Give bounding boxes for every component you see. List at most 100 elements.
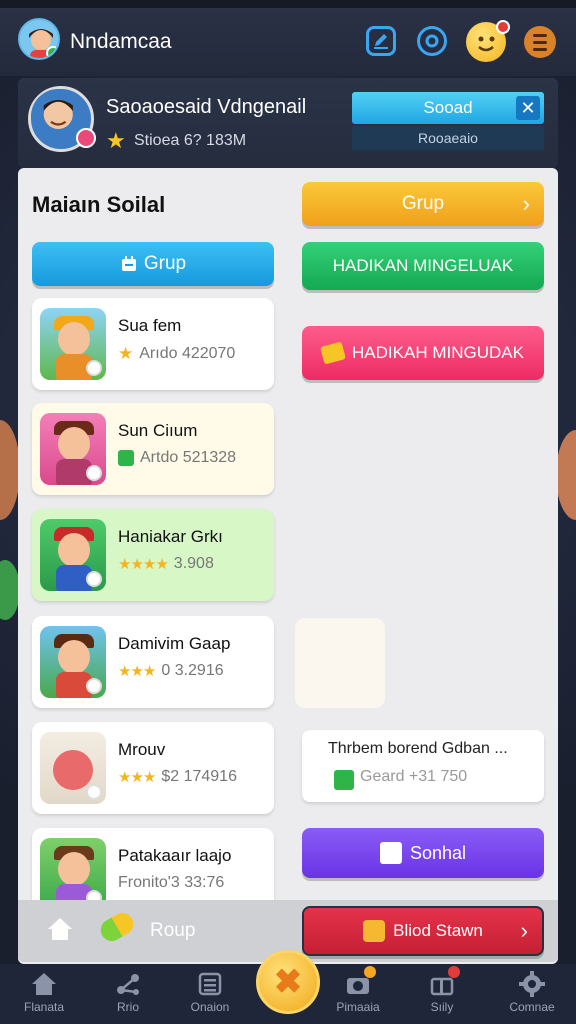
support-icon[interactable] [417,26,447,56]
menu-icon[interactable] [524,26,556,58]
nav-item-settings[interactable]: Comnae [492,970,572,1014]
grup-button-blue[interactable]: Grup [32,242,274,286]
list-item-meta: Artdo 521328 [118,449,236,467]
nav-item-camera[interactable]: Pimaaia [318,966,398,1014]
list-item-title: Sua fem [118,316,182,335]
list-item-title: Haniakar Grkı [118,527,223,546]
list-item-meta-text: 0 3.2916 [161,662,224,679]
star-icon: ★ [106,128,126,153]
reward-card-meta-text: Geard +31 750 [360,768,468,785]
reward-card-meta: Geard +31 750 [334,768,468,790]
section-title: Maiaın Soilal [32,192,166,217]
profile-header: Saoaoesaid Vdngenail ★ Stioea 6? 183M So… [18,78,558,168]
rating-stars-icon: ★★★ [118,769,156,786]
grup-button-yellow-label: Gruр [401,193,445,214]
nav-label: Rrio [116,1000,139,1014]
share-icon [114,970,142,998]
nav-item-share[interactable]: Rrio [88,970,168,1014]
pink-action-label: HADIKAH MINGUDAK [352,343,524,362]
avatar-face-icon [20,20,58,58]
avatar-thumbnail-icon [40,413,106,485]
list-item-meta-text: 3.908 [173,555,214,572]
profile-stats: ★ Stioea 6? 183M [106,130,246,152]
game-thumbnail-icon [40,308,106,380]
avatar-thumbnail-icon [40,519,106,591]
avatar-thumbnail-icon [40,626,106,698]
strip-label: Roup [150,920,196,941]
creature-thumbnail-icon [40,732,106,804]
nav-label: Onaion [190,1000,230,1014]
notification-badge [364,966,376,978]
nav-label: Pimaaia [336,1000,380,1014]
emoji-icon[interactable] [466,20,510,62]
nav-item-home[interactable]: Flanata [4,970,84,1014]
notification-badge [448,966,460,978]
list-item-title: Mrouv [118,740,166,759]
camera-icon [344,966,376,998]
main-panel: Maiaın Soilal Gruр › Grup HADIKAN MINGEL… [18,168,558,964]
list-item-title: Patakaaır laajo [118,846,232,865]
check-icon [334,770,354,790]
list-item[interactable]: Sun Ciıum Artdo 521328 [32,403,274,495]
list-item-meta-text: Artdo 521328 [140,449,237,466]
chevron-right-icon: › [522,191,530,216]
gift-icon [320,341,346,365]
list-item[interactable]: Damivim Gaap ★★★ 0 3.2916 [32,616,274,708]
gear-icon [518,970,546,998]
purple-action-label: Sonhal [409,842,467,863]
profile-badge-icon [76,128,96,148]
star-icon: ★ [118,344,134,363]
reward-card[interactable]: Thrbem borend Gdban ... Geard +31 750 [302,730,544,802]
box-icon [363,920,386,942]
document-icon [379,842,402,864]
chevron-right-icon: › [520,918,528,943]
list-item[interactable]: Haniakar Grkı ★★★★ 3.908 [32,509,274,601]
pill-icon [96,908,138,946]
profile-secondary-button[interactable]: Rooaeaio [352,126,544,150]
purple-action-button[interactable]: Sonhal [302,828,544,878]
calendar-icon [121,256,136,271]
red-action-label: Bliod Stawn [393,921,483,940]
notification-badge [496,20,510,34]
app-title: Nndamcaa [70,30,172,53]
profile-primary-label: Sooad [423,98,473,117]
close-icon[interactable]: ✕ [516,96,540,120]
grup-button-yellow[interactable]: Gruр › [302,182,544,226]
empty-card [295,618,385,708]
rating-stars-icon: ★★★ [118,663,156,680]
list-item-meta: ★★★★ 3.908 [118,555,214,573]
nav-label: Flanata [23,1000,65,1014]
center-star-icon[interactable]: ✖ [256,950,320,1014]
green-action-button[interactable]: HADIKAN MINGELUAK [302,242,544,290]
list-item-meta-text: Arıdo 422070 [139,345,236,362]
nav-item-gift[interactable]: Sıily [402,966,482,1014]
list-item[interactable]: Mrouv ★★★ $2 174916 [32,722,274,814]
home-icon[interactable] [46,916,74,942]
profile-stats-text: Stioea 6? 183M [134,132,247,149]
red-action-button[interactable]: Bliod Stawn › [302,906,544,956]
top-bar: Nndamcaa [0,0,576,76]
check-icon [118,450,134,466]
list-item[interactable]: Sua fem ★ Arıdo 422070 [32,298,274,390]
list-item-title: Damivim Gaap [118,634,231,653]
status-bar [0,0,576,8]
list-icon [196,970,224,998]
list-item-meta: ★★★ $2 174916 [118,768,237,786]
nav-item-list[interactable]: Onaion [170,970,250,1014]
list-item-meta-text: $2 174916 [161,768,237,785]
nav-label: Sıily [430,1000,454,1014]
pink-action-button[interactable]: HADIKAH MINGUDAK [302,326,544,380]
nav-label: Comnae [509,1000,555,1014]
list-item-title: Sun Ciıum [118,421,198,440]
list-item-meta: ★ Arıdo 422070 [118,344,235,364]
edit-icon[interactable] [366,26,396,56]
rating-stars-icon: ★★★★ [118,556,169,573]
list-item-meta: Fronito'3 33:76 [118,874,224,892]
gift-box-icon [428,966,460,998]
grup-button-blue-label: Grup [143,253,187,274]
home-icon [30,970,58,998]
profile-primary-button[interactable]: Sooad ✕ [352,92,544,124]
user-avatar[interactable] [18,18,60,60]
list-item-meta-text: Fronito'3 33:76 [118,874,225,891]
list-item-meta: ★★★ 0 3.2916 [118,662,224,680]
